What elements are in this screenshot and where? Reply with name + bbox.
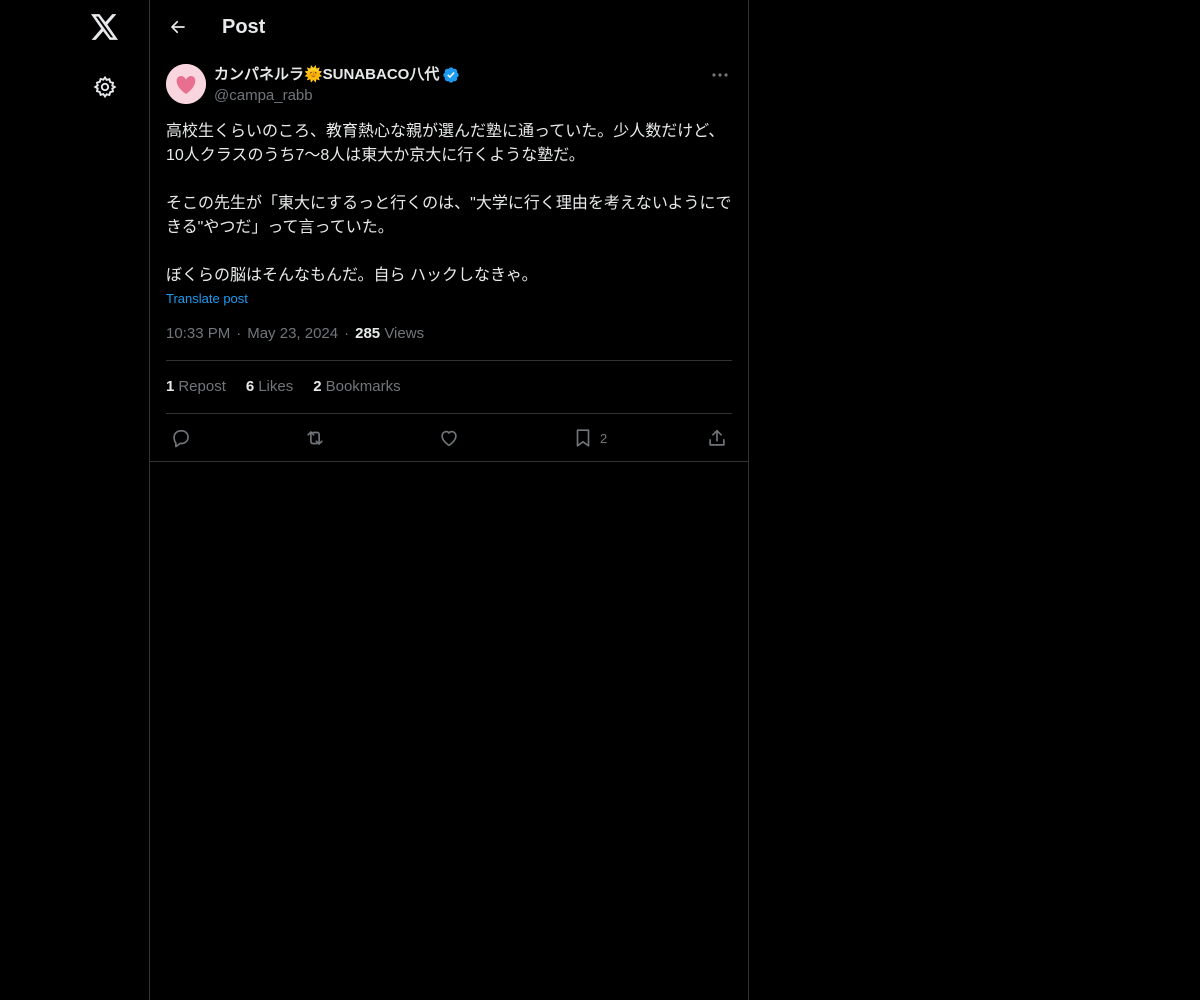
share-icon	[709, 429, 725, 446]
reply-icon	[173, 430, 189, 448]
reposts-label: Repost	[178, 378, 226, 395]
post-paragraph: 高校生くらいのころ、教育熱心な親が選んだ塾に通っていた。少人数だけど、10人クラ…	[166, 123, 725, 164]
share-button[interactable]	[706, 424, 728, 452]
page-header: Post	[150, 0, 748, 54]
left-nav	[0, 0, 149, 1000]
more-button[interactable]	[708, 64, 732, 86]
bookmarks-count: 2	[313, 378, 322, 395]
repost-icon	[307, 431, 323, 445]
back-button[interactable]	[162, 11, 194, 43]
divider	[166, 413, 732, 414]
bookmark-button[interactable]: 2	[572, 424, 607, 452]
main-column: Post カンパネルラ🌞SUNABACO八代 @campa_rabb 高校生くら…	[149, 0, 749, 1000]
likes-count: 6	[245, 378, 255, 395]
separator: ·	[344, 325, 350, 342]
repost-button[interactable]	[303, 424, 327, 452]
post-text: 高校生くらいのころ、教育熱心な親が選んだ塾に通っていた。少人数だけど、10人クラ…	[166, 120, 732, 288]
bookmark-icon	[576, 429, 590, 447]
post-paragraph: ぼくらの脳はそんなもんだ。自ら ハックしなきゃ。	[166, 267, 538, 284]
bookmark-count: 2	[600, 430, 608, 446]
author-name-text: カンパネルラ🌞SUNABACO八代	[214, 66, 440, 83]
views-label: Views	[384, 325, 425, 342]
post-date[interactable]: May 23, 2024	[247, 325, 338, 342]
author-name[interactable]: カンパネルラ🌞SUNABACO八代	[214, 65, 460, 85]
bookmarks-label: Bookmarks	[325, 378, 401, 395]
avatar[interactable]	[166, 64, 206, 104]
separator: ·	[236, 325, 242, 342]
translate-post-link[interactable]: Translate post	[166, 290, 248, 308]
divider	[166, 360, 732, 361]
verified-badge-icon[interactable]	[442, 66, 460, 84]
likes-label: Likes	[258, 378, 294, 395]
app: Post カンパネルラ🌞SUNABACO八代 @campa_rabb 高校生くら…	[0, 0, 1200, 1000]
post-time[interactable]: 10:33 PM	[166, 325, 230, 342]
bookmarks-stat[interactable]: 2 Bookmarks	[313, 377, 400, 397]
likes-stat[interactable]: 6 Likes	[246, 377, 293, 397]
author-handle[interactable]: @campa_rabb	[214, 86, 313, 106]
post-paragraph: そこの先生が「東大にするっと行くのは、"大学に行く理由を考えないようにできる"や…	[166, 195, 732, 236]
arrow-left-icon	[171, 20, 185, 34]
reposts-count: 1	[166, 378, 175, 395]
post-meta: 10:33 PM · May 23, 2024 · 285 Views	[166, 324, 424, 344]
engagement-stats: 1 Repost 6 Likes 2 Bookmarks	[166, 377, 401, 397]
divider	[150, 461, 748, 462]
views-count: 285	[355, 325, 381, 342]
gear-icon[interactable]	[88, 70, 122, 104]
reposts-stat[interactable]: 1 Repost	[166, 377, 226, 397]
heart-icon	[441, 430, 457, 447]
more-horizontal-icon	[712, 73, 728, 77]
x-logo-icon[interactable]	[88, 10, 122, 44]
like-button[interactable]	[438, 424, 460, 452]
action-bar: 2	[166, 424, 732, 452]
reply-button[interactable]	[170, 424, 192, 452]
page-title: Post	[222, 16, 266, 38]
